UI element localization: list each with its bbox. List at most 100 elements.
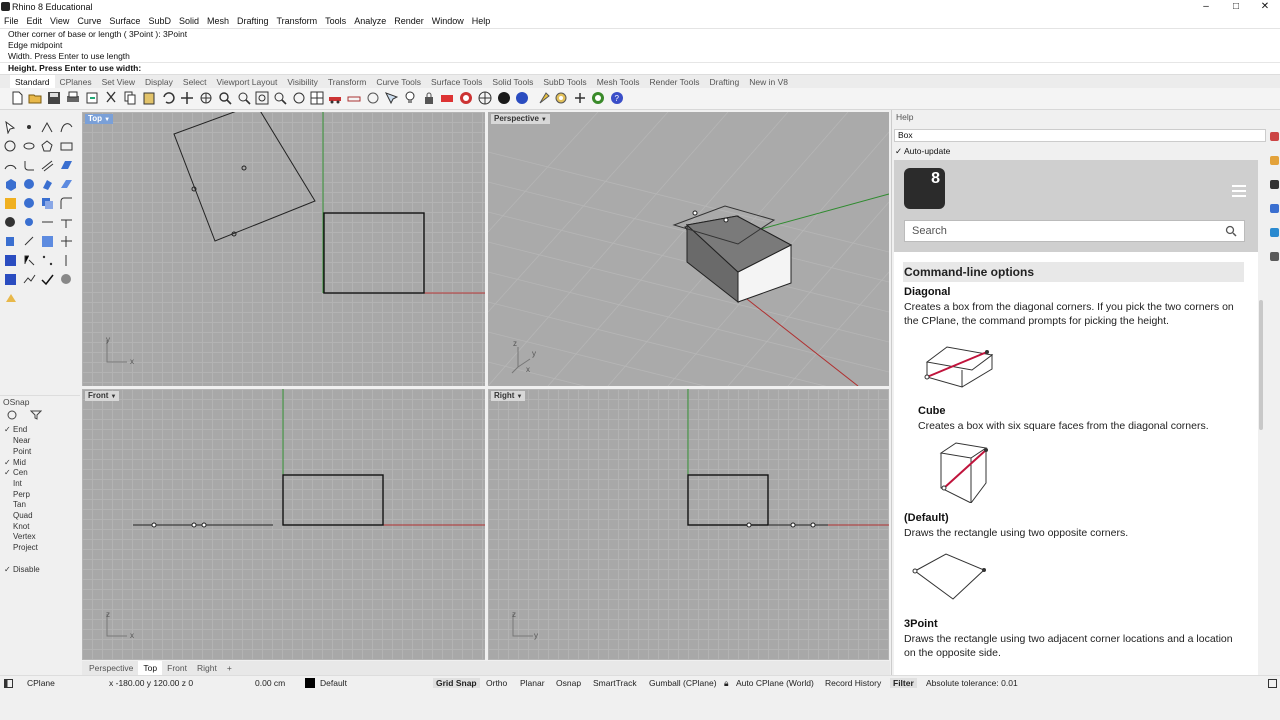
car-icon[interactable] (328, 91, 342, 105)
viewport-label-perspective[interactable]: Perspective ▼ (491, 114, 550, 124)
osnap-disable[interactable]: ✓ Disable (4, 564, 40, 575)
tab-curve-tools[interactable]: Curve Tools (371, 75, 426, 89)
check-icon[interactable] (41, 273, 54, 286)
split-icon[interactable] (60, 216, 73, 229)
planar-toggle[interactable]: Planar (520, 678, 545, 688)
auto-cplane-toggle[interactable]: Auto CPlane (World) (736, 678, 814, 688)
tab-solid-tools[interactable]: Solid Tools (487, 75, 538, 89)
zoom-extents-icon[interactable] (255, 91, 269, 105)
osnap-vertex[interactable]: Vertex (4, 531, 36, 542)
viewport-perspective[interactable]: y z x Perspective ▼ (488, 112, 889, 386)
search-icon[interactable] (1225, 225, 1237, 237)
surface-icon[interactable] (60, 159, 73, 172)
save-icon[interactable] (47, 91, 61, 105)
menu-edit[interactable]: Edit (23, 14, 47, 28)
layers-tab-icon[interactable] (1270, 156, 1279, 165)
filter-toggle[interactable]: Filter (890, 678, 917, 688)
menu-surface[interactable]: Surface (105, 14, 144, 28)
viewport-right[interactable]: y z Right ▼ (488, 389, 889, 660)
circle-icon[interactable] (4, 140, 17, 153)
rhino-render-icon[interactable] (591, 91, 605, 105)
osnap-project[interactable]: Project (4, 542, 38, 553)
osnap-toggle[interactable]: Osnap (556, 678, 581, 688)
mirror-icon[interactable] (60, 254, 73, 267)
render-settings-icon[interactable] (537, 91, 551, 105)
text-icon[interactable] (41, 216, 54, 229)
rectangle-icon[interactable] (60, 140, 73, 153)
help-topic-field[interactable]: Box (894, 129, 1266, 142)
sphere-icon[interactable] (23, 178, 36, 191)
viewport-tab-perspective[interactable]: Perspective (84, 661, 138, 675)
import-icon[interactable] (85, 91, 99, 105)
trim-icon[interactable] (4, 235, 17, 248)
fillet-curve-icon[interactable] (23, 159, 36, 172)
polyline-icon[interactable] (41, 121, 54, 134)
cage-icon[interactable] (4, 216, 17, 229)
render-sphere-icon[interactable] (515, 91, 529, 105)
layer-icon[interactable] (440, 91, 454, 105)
point-icon[interactable] (23, 121, 36, 134)
help-scrollbar[interactable] (1259, 300, 1263, 430)
material-icon[interactable] (478, 91, 492, 105)
array-icon[interactable] (4, 273, 17, 286)
properties-tab-icon[interactable] (1270, 132, 1279, 141)
tab-select[interactable]: Select (178, 75, 212, 89)
menu-subd[interactable]: SubD (144, 14, 175, 28)
zoom-window-icon[interactable] (237, 91, 251, 105)
rotate-view-icon[interactable] (199, 91, 213, 105)
menu-render[interactable]: Render (390, 14, 428, 28)
osnap-near[interactable]: Near (4, 435, 30, 446)
properties-icon[interactable] (459, 91, 473, 105)
polygon-icon[interactable] (41, 140, 54, 153)
osnap-int[interactable]: Int (4, 478, 22, 489)
cplane-label[interactable]: CPlane (27, 678, 55, 688)
analyze-icon[interactable] (60, 273, 73, 286)
environment-icon[interactable] (497, 91, 511, 105)
viewport-layout-icon[interactable] (292, 91, 306, 105)
tab-transform[interactable]: Transform (323, 75, 371, 89)
smarttrack-toggle[interactable]: SmartTrack (593, 678, 637, 688)
subd-icon[interactable] (4, 197, 17, 210)
menu-file[interactable]: File (0, 14, 23, 28)
copy-object-icon[interactable] (4, 254, 17, 267)
tab-visibility[interactable]: Visibility (282, 75, 323, 89)
undo-icon[interactable] (161, 91, 175, 105)
maximize-button[interactable]: □ (1221, 0, 1251, 14)
viewport-label-top[interactable]: Top ▼ (85, 114, 114, 124)
tab-new-in-v8[interactable]: New in V8 (744, 75, 793, 89)
panel-toggle-icon[interactable] (4, 679, 13, 688)
osnap-cen[interactable]: ✓ Cen (4, 467, 28, 478)
viewport-label-front[interactable]: Front ▼ (85, 391, 120, 401)
move-icon[interactable] (60, 235, 73, 248)
tab-set-view[interactable]: Set View (97, 75, 140, 89)
four-viewports-icon[interactable] (310, 91, 324, 105)
arc-icon[interactable] (4, 159, 17, 172)
viewport-tab-top[interactable]: Top (138, 661, 163, 675)
tab-mesh-tools[interactable]: Mesh Tools (592, 75, 645, 89)
viewport-front[interactable]: x z Front ▼ (82, 389, 485, 660)
display-tab-icon[interactable] (1270, 180, 1279, 189)
boolean-icon[interactable] (41, 197, 54, 210)
pan-icon[interactable] (180, 91, 194, 105)
ortho-toggle[interactable]: Ortho (486, 678, 507, 688)
minimize-button[interactable]: – (1191, 0, 1221, 14)
dimension-icon[interactable] (23, 216, 36, 229)
box-icon[interactable] (4, 178, 17, 191)
flow-icon[interactable] (23, 273, 36, 286)
tab-render-tools[interactable]: Render Tools (645, 75, 705, 89)
tab-display[interactable]: Display (140, 75, 178, 89)
menu-drafting[interactable]: Drafting (233, 14, 273, 28)
explode-icon[interactable] (41, 235, 54, 248)
new-file-icon[interactable] (10, 91, 24, 105)
menu-tools[interactable]: Tools (321, 14, 350, 28)
fillet-edge-icon[interactable] (60, 197, 73, 210)
open-file-icon[interactable] (28, 91, 42, 105)
filter-icon[interactable] (30, 410, 42, 420)
command-prompt[interactable]: Height. Press Enter to use width: (0, 62, 1280, 74)
menu-help[interactable]: Help (468, 14, 495, 28)
help-icon[interactable]: ? (610, 91, 624, 105)
tab-cplanes[interactable]: CPlanes (55, 75, 97, 89)
loft-icon[interactable] (60, 178, 73, 191)
snap-mode-icon[interactable] (6, 410, 18, 420)
menu-transform[interactable]: Transform (273, 14, 322, 28)
